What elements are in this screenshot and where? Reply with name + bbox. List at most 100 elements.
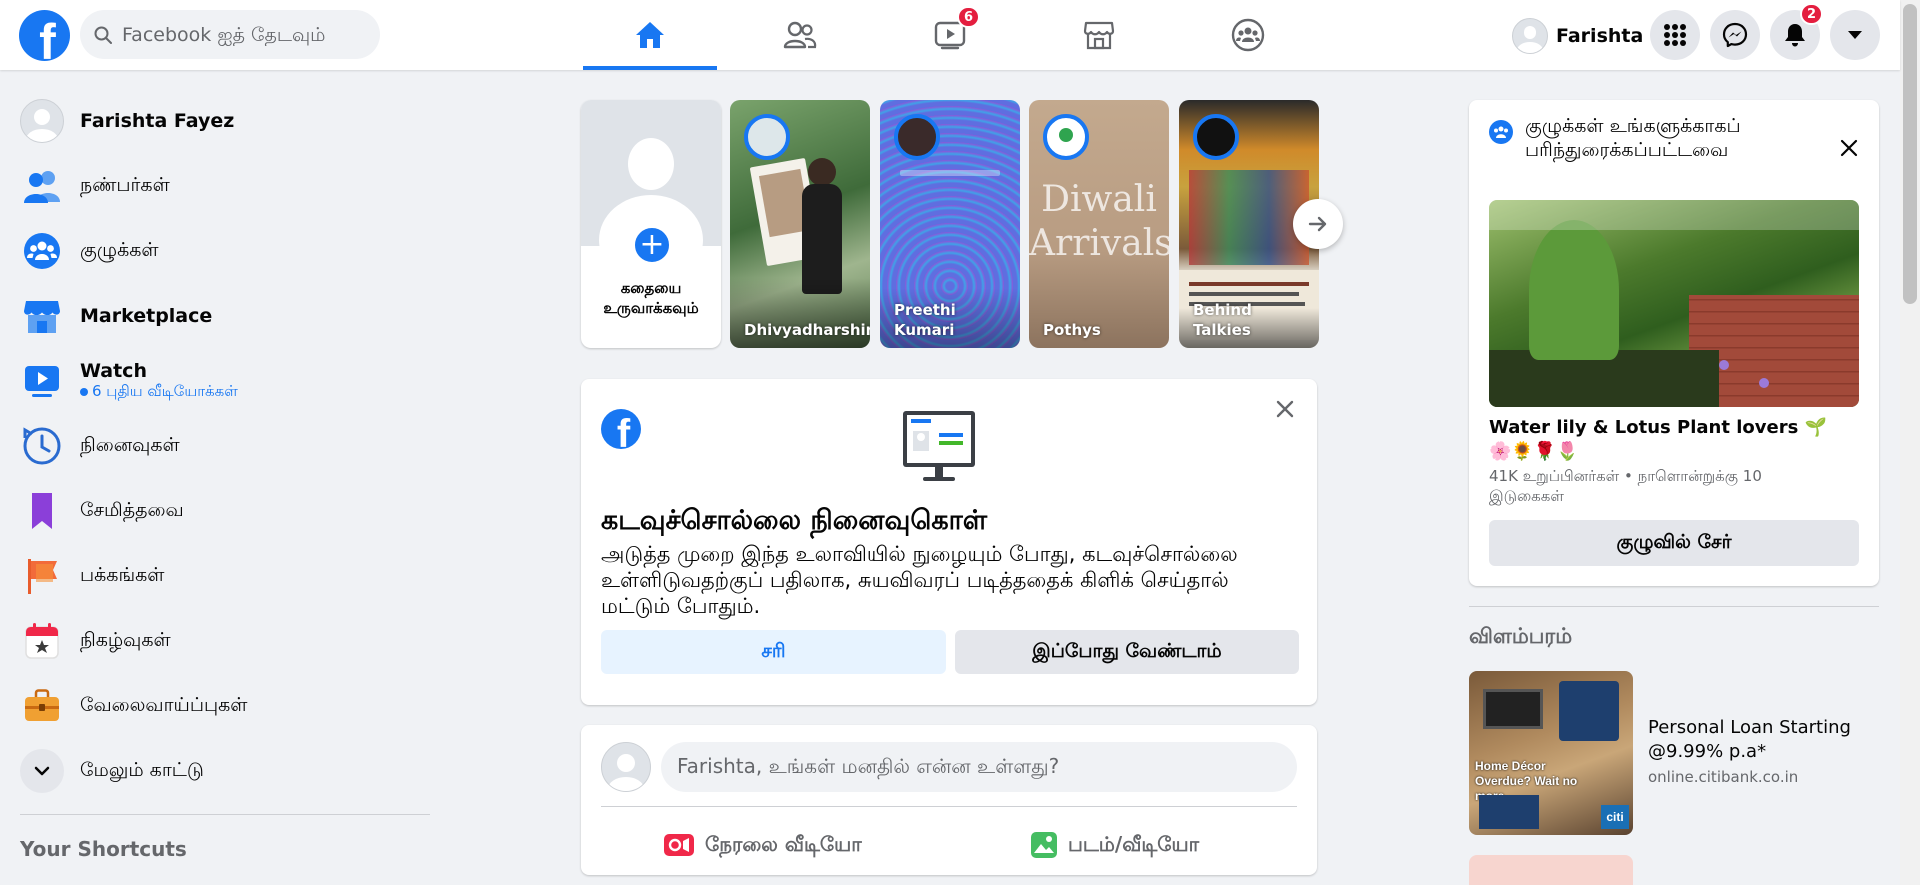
create-story-label: கதையை உருவாக்கவும்: [603, 279, 699, 317]
search-input[interactable]: [122, 23, 362, 46]
sidebar-item-label: நிகழ்வுகள்: [80, 628, 171, 651]
sidebar-item-profile[interactable]: Farishta Fayez: [20, 93, 430, 149]
friends-icon: [783, 21, 817, 49]
sidebar-item-friends[interactable]: நண்பர்கள்: [20, 158, 430, 214]
messenger-button[interactable]: [1710, 10, 1760, 60]
sidebar-item-watch[interactable]: Watch 6 புதிய வீடியோக்கள்: [20, 353, 430, 409]
sidebar-item-pages[interactable]: பக்கங்கள்: [20, 548, 430, 604]
join-group-button[interactable]: குழுவில் சேர்: [1489, 520, 1859, 566]
group-meta: 41K உறுப்பினர்கள் • நாளொன்றுக்கு 10 இடுக…: [1489, 467, 1762, 505]
composer-input[interactable]: Farishta, உங்கள் மனதில் என்ன உள்ளது?: [661, 742, 1297, 792]
close-button[interactable]: [1267, 391, 1303, 427]
sidebar-item-label: மேலும் காட்டு: [80, 758, 204, 781]
avatar: [1043, 114, 1089, 160]
composer-divider: [601, 806, 1297, 807]
sidebar-item-marketplace[interactable]: Marketplace: [20, 288, 430, 344]
sidebar-item-label: Farishta Fayez: [80, 110, 235, 132]
briefcase-icon: [20, 684, 64, 728]
card-header: குழுக்கள் உங்களுக்காகப் பரிந்துரைக்கப்பட…: [1525, 115, 1741, 161]
story-card[interactable]: Preethi Kumari: [880, 100, 1020, 348]
sidebar-see-more[interactable]: மேலும் காட்டு: [20, 743, 430, 799]
ad-headline[interactable]: Personal Loan Starting @9.99% p.a*: [1648, 716, 1888, 764]
arrow-right-icon: [1308, 216, 1327, 232]
photo-video-label: படம்/வீடியோ: [1068, 831, 1200, 856]
ad-url[interactable]: online.citibank.co.in: [1648, 768, 1798, 786]
close-icon: [1840, 139, 1858, 157]
caret-down-icon: [1848, 31, 1862, 39]
sidebar-item-saved[interactable]: சேமித்தவை: [20, 483, 430, 539]
story-name: Dhivyadharshini: [744, 321, 870, 339]
profile-name: Farishta: [1556, 24, 1644, 47]
story-image-text: Diwali Arrivals: [1029, 179, 1169, 264]
citi-logo: citi: [1601, 805, 1629, 829]
sidebar-item-events[interactable]: நிகழ்வுகள்: [20, 613, 430, 669]
menu-button[interactable]: [1650, 10, 1700, 60]
sidebar-item-label: நண்பர்கள்: [80, 173, 170, 196]
tab-groups[interactable]: [1181, 0, 1315, 70]
facebook-logo[interactable]: f: [19, 10, 70, 61]
story-card[interactable]: Diwali Arrivals Pothys: [1029, 100, 1169, 348]
sidebar-divider: [20, 814, 430, 815]
sidebar-item-jobs[interactable]: வேலைவாய்ப்புகள்: [20, 678, 430, 734]
tab-friends[interactable]: [733, 0, 867, 70]
tab-marketplace[interactable]: [1032, 0, 1166, 70]
bookmark-icon: [20, 489, 64, 533]
avatar: [20, 99, 64, 143]
grid-menu-icon: [1664, 24, 1686, 46]
avatar: [601, 742, 651, 792]
sidebar-item-memories[interactable]: நினைவுகள்: [20, 418, 430, 474]
notifications-button[interactable]: 2: [1770, 3, 1824, 60]
post-composer: Farishta, உங்கள் மனதில் என்ன உள்ளது? நேர…: [581, 725, 1317, 875]
profile-chip[interactable]: Farishta: [1512, 14, 1643, 57]
ad-image[interactable]: Home Décor Overdue? Wait no more. citi: [1469, 671, 1633, 835]
sidebar-item-label: பக்கங்கள்: [80, 563, 165, 586]
sidebar-item-label: குழுக்கள்: [80, 238, 159, 261]
computer-monitor-icon: [903, 411, 975, 481]
friends-icon: [20, 164, 64, 208]
close-button[interactable]: [1831, 130, 1867, 166]
close-icon: [1276, 400, 1294, 418]
ad-image[interactable]: [1469, 855, 1633, 885]
sidebar-item-groups[interactable]: குழுக்கள்: [20, 223, 430, 279]
remember-password-card: f கடவுச்சொல்லை நினைவுகொள் அடுத்த முறை இந…: [581, 379, 1317, 705]
stories-next-button[interactable]: [1293, 199, 1343, 249]
shortcuts-title: Your Shortcuts: [20, 837, 187, 861]
bell-icon: [1785, 24, 1805, 47]
sidebar-item-label: நினைவுகள்: [80, 433, 180, 456]
account-menu-button[interactable]: [1830, 10, 1880, 60]
watch-badge: 6: [957, 6, 981, 28]
sidebar-item-label: சேமித்தவை: [80, 498, 184, 521]
card-title: கடவுச்சொல்லை நினைவுகொள்: [601, 505, 988, 536]
marketplace-icon: [20, 294, 64, 338]
tab-watch[interactable]: 6: [883, 0, 1017, 70]
not-now-button[interactable]: இப்போது வேண்டாம்: [955, 630, 1299, 674]
groups-icon: [1489, 120, 1513, 144]
group-cover-image[interactable]: [1489, 200, 1859, 407]
scrollbar-thumb[interactable]: [1903, 4, 1917, 304]
story-name: Pothys: [1043, 321, 1101, 339]
plus-icon: +: [631, 224, 673, 266]
groups-icon: [1231, 18, 1265, 52]
live-video-icon: [664, 834, 694, 856]
messenger-icon: [1722, 22, 1748, 48]
watch-icon: [20, 359, 64, 403]
sidebar-item-label: Watch: [80, 360, 147, 382]
sidebar-item-label: Marketplace: [80, 305, 213, 327]
search-box[interactable]: [80, 10, 380, 59]
ok-button[interactable]: சரி: [601, 630, 946, 674]
search-icon: [94, 26, 112, 44]
live-video-button[interactable]: நேரலை வீடியோ: [663, 825, 862, 865]
create-story-card[interactable]: + கதையை உருவாக்கவும்: [581, 100, 721, 348]
photo-video-button[interactable]: படம்/வீடியோ: [1030, 825, 1199, 865]
right-rail-divider: [1469, 606, 1879, 607]
clock-icon: [20, 424, 64, 468]
story-card[interactable]: Dhivyadharshini: [730, 100, 870, 348]
avatar: [1193, 114, 1239, 160]
tab-home[interactable]: [583, 0, 717, 70]
story-name: Behind Talkies: [1193, 301, 1252, 339]
flag-icon: [20, 554, 64, 598]
home-icon: [636, 22, 664, 48]
avatar: [744, 114, 790, 160]
sponsored-title: விளம்பரம்: [1469, 624, 1573, 648]
group-name[interactable]: Water lily & Lotus Plant lovers 🌱🌸🌻🌹🌷: [1489, 416, 1849, 464]
